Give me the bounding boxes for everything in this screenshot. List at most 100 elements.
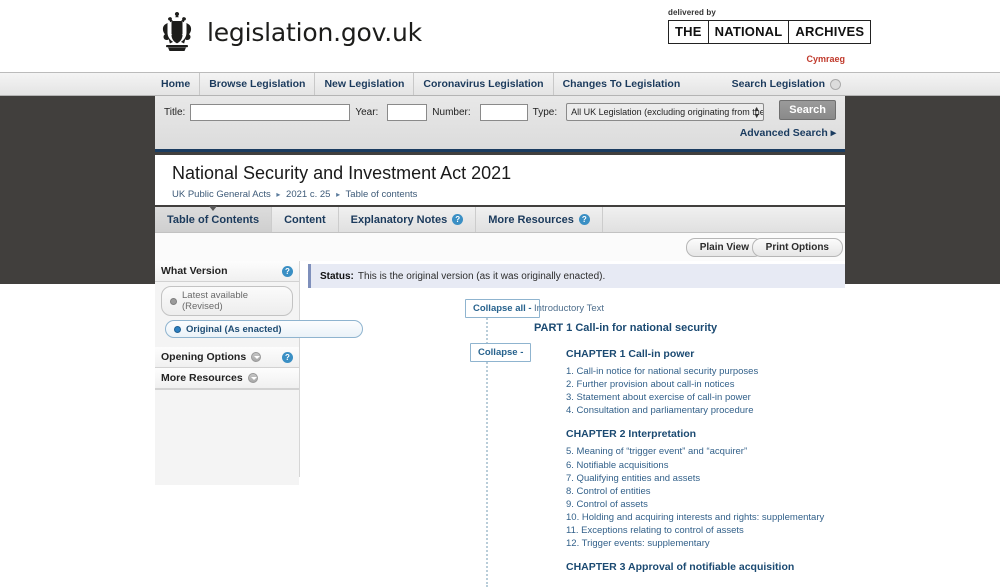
search-type-selected-value: All UK Legislation (excluding originatin… bbox=[571, 107, 765, 117]
tab-label: Table of Contents bbox=[167, 213, 260, 226]
toc-chapter-heading[interactable]: CHAPTER 3 Approval of notifiable acquisi… bbox=[534, 561, 844, 573]
toc-chapter-group: CHAPTER 3 Approval of notifiable acquisi… bbox=[534, 561, 844, 573]
tna-word-archives: ARCHIVES bbox=[795, 24, 865, 39]
options-sidebar: What Version ? Latest available (Revised… bbox=[155, 261, 363, 485]
radio-selected-icon bbox=[174, 325, 181, 333]
document-tabs: Table of Contents Content Explanatory No… bbox=[155, 206, 845, 233]
toc-section-item[interactable]: 7. Qualifying entities and assets bbox=[534, 472, 844, 485]
toc-section-item[interactable]: 9. Control of assets bbox=[534, 498, 844, 511]
search-title-input[interactable] bbox=[190, 103, 351, 121]
search-button[interactable]: Search bbox=[779, 100, 836, 120]
site-logo-text: legislation.gov.uk bbox=[207, 17, 422, 47]
breadcrumb-item-0[interactable]: UK Public General Acts bbox=[172, 189, 271, 200]
breadcrumb: UK Public General Acts ▸ 2021 c. 25 ▸ Ta… bbox=[172, 189, 417, 200]
quick-search-panel: Title: Year: Number: Type: All UK Legisl… bbox=[155, 96, 845, 152]
help-icon[interactable]: ? bbox=[282, 266, 293, 277]
help-icon[interactable]: ? bbox=[282, 352, 293, 363]
national-archives-logo[interactable]: THE NATIONAL ARCHIVES bbox=[668, 20, 872, 44]
chevron-down-icon bbox=[251, 352, 262, 362]
document-header: National Security and Investment Act 202… bbox=[155, 155, 845, 205]
site-logo[interactable]: legislation.gov.uk bbox=[155, 10, 422, 54]
help-icon[interactable]: ? bbox=[578, 214, 590, 225]
tna-word-the: THE bbox=[669, 21, 709, 43]
print-options-button[interactable]: Print Options bbox=[751, 238, 843, 257]
sidebar-section-more-resources[interactable]: More Resources bbox=[155, 368, 299, 389]
page-title: National Security and Investment Act 202… bbox=[172, 163, 512, 183]
sidebar-section-opening-options[interactable]: Opening Options ? bbox=[155, 347, 299, 368]
toc-section-item[interactable]: 6. Notifiable acquisitions bbox=[534, 459, 844, 472]
search-year-input[interactable] bbox=[387, 103, 428, 121]
version-option-label: Latest available (Revised) bbox=[182, 290, 249, 312]
breadcrumb-item-1[interactable]: 2021 c. 25 bbox=[286, 189, 330, 200]
nav-item-changes-to-legislation[interactable]: Changes To Legislation bbox=[554, 73, 690, 95]
title-label: Title: bbox=[164, 106, 186, 118]
search-number-input[interactable] bbox=[479, 103, 528, 121]
toc-section-item[interactable]: 2. Further provision about call-in notic… bbox=[534, 378, 844, 391]
tna-word-national: NATIONAL bbox=[709, 21, 790, 43]
main-navigation-bar: Home Browse Legislation New Legislation … bbox=[0, 72, 1000, 96]
search-legislation-toggle[interactable]: Search Legislation bbox=[732, 73, 845, 95]
chevron-down-icon bbox=[247, 373, 258, 383]
chevron-updown-icon: ▲ ▼ bbox=[753, 106, 761, 120]
cymraeg-link[interactable]: Cymraeg bbox=[806, 54, 845, 64]
tab-label: More Resources bbox=[488, 213, 574, 226]
toc-chapter-heading[interactable]: CHAPTER 2 Interpretation bbox=[534, 428, 844, 440]
toc-chapter-heading[interactable]: CHAPTER 1 Call-in power bbox=[534, 348, 844, 360]
number-label: Number: bbox=[432, 106, 471, 118]
toc-section-item[interactable]: 12. Trigger events: supplementary bbox=[534, 537, 844, 550]
sidebar-heading-label: Opening Options bbox=[161, 351, 247, 363]
nav-item-home[interactable]: Home bbox=[155, 73, 201, 95]
toc-spacer bbox=[534, 550, 844, 561]
sidebar-section-what-version[interactable]: What Version ? bbox=[155, 261, 299, 282]
sidebar-filler bbox=[155, 389, 299, 485]
status-label: Status: bbox=[320, 270, 354, 282]
breadcrumb-separator-icon: ▸ bbox=[336, 190, 341, 199]
nav-item-browse-legislation[interactable]: Browse Legislation bbox=[200, 73, 316, 95]
toc-section-item[interactable]: 11. Exceptions relating to control of as… bbox=[534, 524, 844, 537]
search-type-select[interactable]: All UK Legislation (excluding originatin… bbox=[566, 103, 765, 121]
toc-list: Introductory Text PART 1 Call-in for nat… bbox=[534, 297, 844, 578]
tab-label: Explanatory Notes bbox=[350, 213, 448, 226]
tab-more-resources[interactable]: More Resources ? bbox=[476, 207, 603, 232]
toc-part-heading[interactable]: PART 1 Call-in for national security bbox=[534, 322, 844, 334]
toc-spacer bbox=[534, 417, 844, 428]
toc-section-item[interactable]: 10. Holding and acquiring interests and … bbox=[534, 511, 844, 524]
collapse-part-1-button[interactable]: Collapse - bbox=[470, 343, 532, 362]
chevron-toggle-icon bbox=[830, 78, 841, 90]
active-tab-caret-icon bbox=[209, 206, 218, 211]
toc-introductory-text[interactable]: Introductory Text bbox=[534, 303, 844, 314]
delivered-by-label: delivered by bbox=[668, 8, 716, 17]
view-toolbar: Plain View Print Options bbox=[155, 233, 845, 261]
status-banner: Status: This is the original version (as… bbox=[308, 264, 845, 288]
year-label: Year: bbox=[355, 106, 379, 118]
breadcrumb-separator-icon: ▸ bbox=[276, 190, 281, 199]
version-option-original-as-enacted[interactable]: Original (As enacted) bbox=[165, 320, 363, 338]
advanced-search-link[interactable]: Advanced Search ▸ bbox=[740, 127, 836, 139]
tab-explanatory-notes[interactable]: Explanatory Notes ? bbox=[339, 207, 477, 232]
sidebar-heading-label: More Resources bbox=[161, 372, 243, 384]
nav-item-coronavirus-legislation[interactable]: Coronavirus Legislation bbox=[414, 73, 554, 95]
nav-item-new-legislation[interactable]: New Legislation bbox=[315, 73, 415, 95]
search-legislation-label: Search Legislation bbox=[731, 78, 825, 90]
breadcrumb-item-2[interactable]: Table of contents bbox=[346, 189, 418, 200]
version-option-latest-available[interactable]: Latest available (Revised) bbox=[161, 286, 293, 316]
tab-table-of-contents[interactable]: Table of Contents bbox=[155, 206, 273, 232]
toc-section-item[interactable]: 8. Control of entities bbox=[534, 485, 844, 498]
status-text: This is the original version (as it was … bbox=[357, 270, 606, 282]
content-region: What Version ? Latest available (Revised… bbox=[155, 261, 845, 587]
toc-section-item[interactable]: 1. Call-in notice for national security … bbox=[534, 365, 844, 378]
collapse-all-button[interactable]: Collapse all - bbox=[465, 299, 540, 318]
toc-chapter-group: CHAPTER 1 Call-in power 1. Call-in notic… bbox=[534, 348, 844, 417]
toc-section-item[interactable]: 5. Meaning of “trigger event” and “acqui… bbox=[534, 445, 844, 458]
type-label: Type: bbox=[532, 106, 558, 118]
toc-section-item[interactable]: 3. Statement about exercise of call-in p… bbox=[534, 391, 844, 404]
version-options: Latest available (Revised) Original (As … bbox=[155, 282, 363, 347]
page-root: legislation.gov.uk delivered by THE NATI… bbox=[0, 0, 1000, 587]
masthead: legislation.gov.uk delivered by THE NATI… bbox=[0, 0, 1000, 64]
radio-icon bbox=[170, 297, 177, 305]
tab-label: Content bbox=[284, 213, 326, 226]
help-icon[interactable]: ? bbox=[452, 214, 464, 225]
toc-section-item[interactable]: 4. Consultation and parliamentary proced… bbox=[534, 404, 844, 417]
sidebar-heading-label: What Version bbox=[161, 265, 228, 277]
tab-content[interactable]: Content bbox=[272, 207, 339, 232]
